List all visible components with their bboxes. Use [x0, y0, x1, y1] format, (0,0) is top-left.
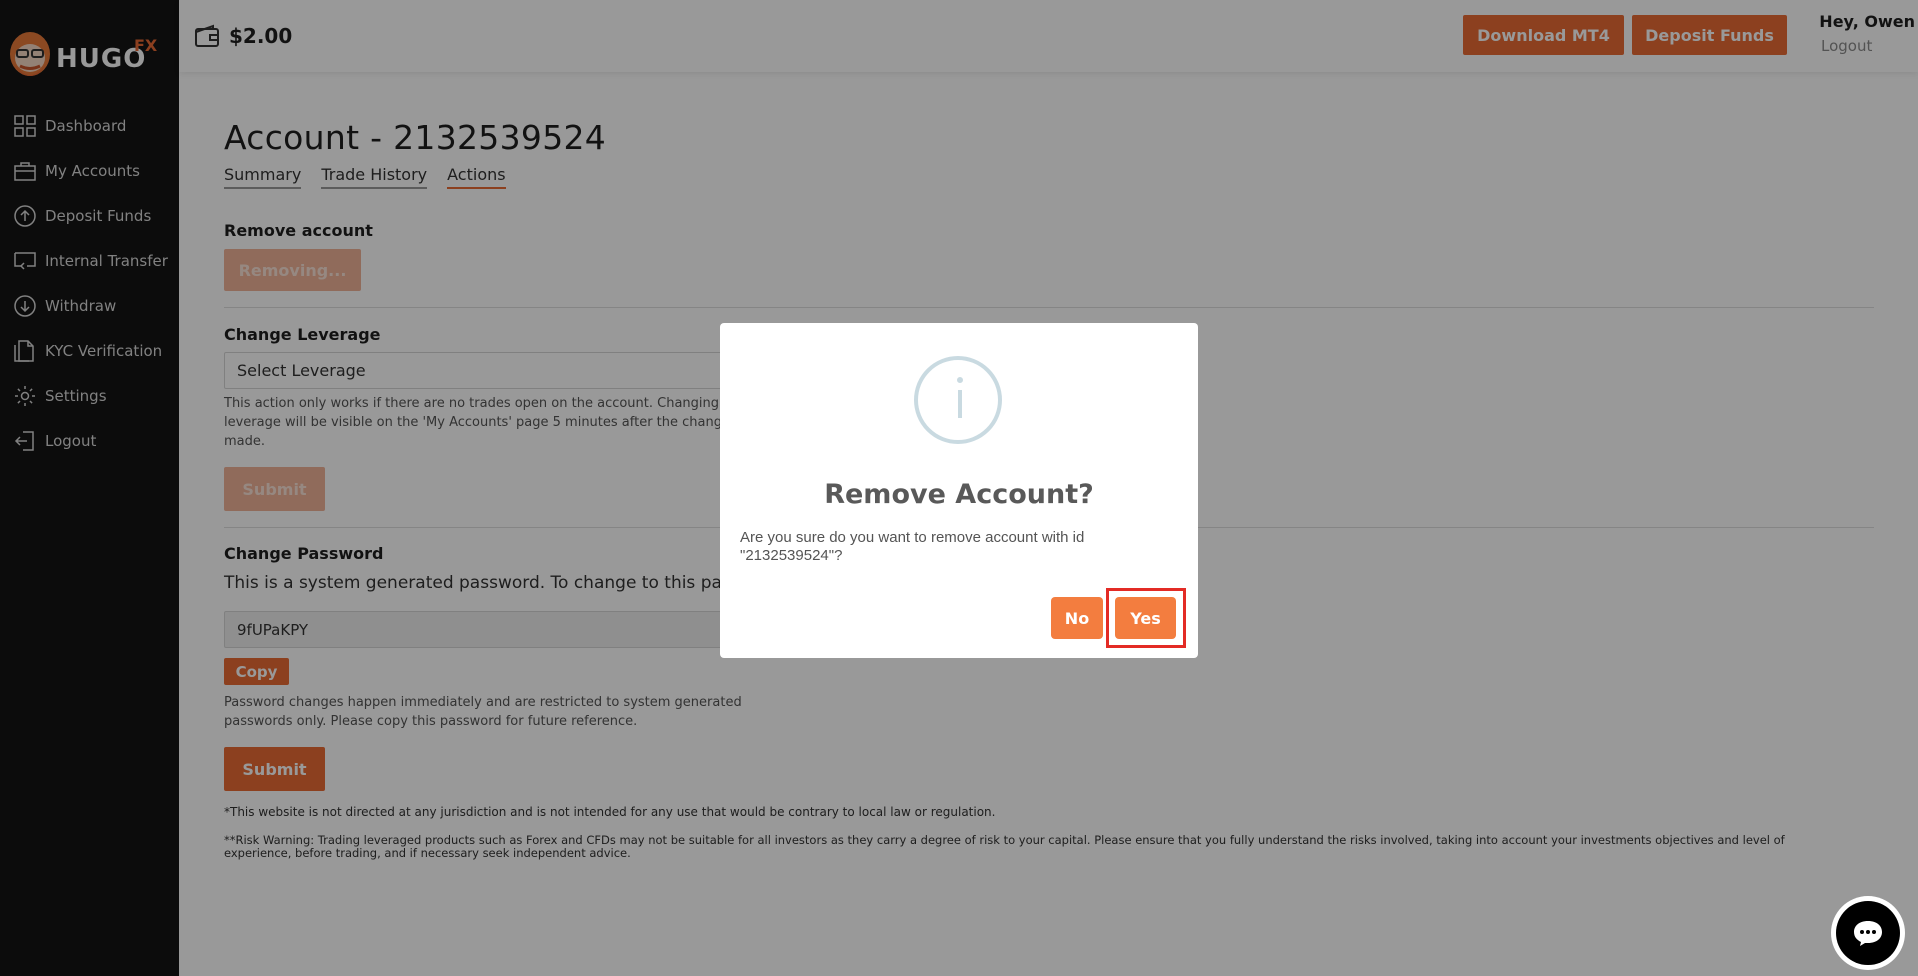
chat-widget-button[interactable] — [1831, 896, 1905, 970]
message-line: "2132539524"? — [740, 547, 843, 564]
info-icon-bar — [958, 390, 962, 418]
chat-inner — [1836, 901, 1900, 965]
remove-account-dialog: Remove Account? Are you sure do you want… — [720, 323, 1198, 658]
info-icon — [914, 356, 1002, 444]
chat-bubble-icon — [1854, 921, 1882, 946]
yes-button[interactable]: Yes — [1115, 597, 1176, 639]
info-icon-dot — [957, 377, 963, 383]
dialog-message: Are you sure do you want to remove accou… — [740, 529, 1140, 565]
dialog-title: Remove Account? — [824, 479, 1094, 510]
no-button[interactable]: No — [1051, 597, 1103, 639]
message-line: Are you sure do you want to remove accou… — [740, 529, 1085, 546]
